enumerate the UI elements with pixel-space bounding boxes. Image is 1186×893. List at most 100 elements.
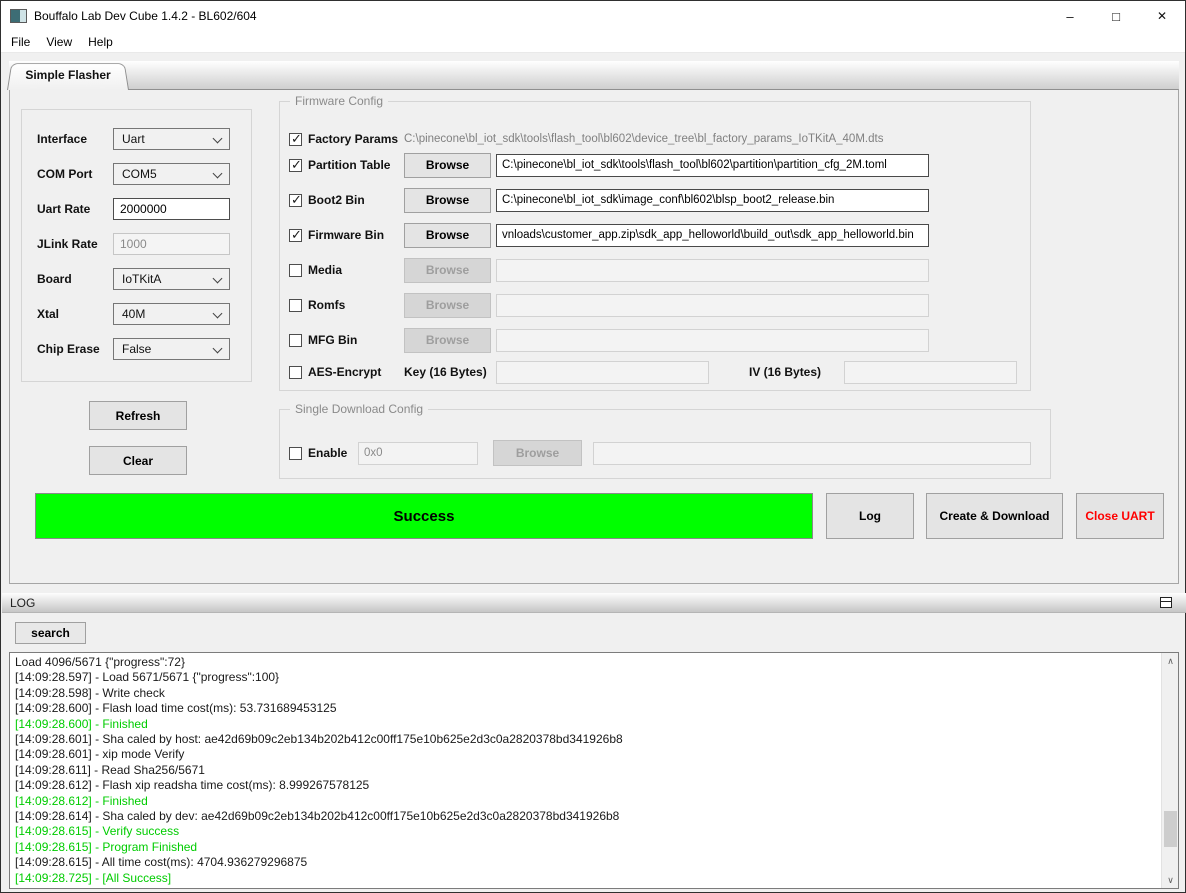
log-line: [14:09:28.615] - Verify success (15, 824, 1155, 839)
partition-table-browse-button[interactable]: Browse (404, 153, 491, 178)
app-icon (10, 9, 27, 23)
interface-label: Interface (37, 132, 113, 146)
mfg-bin-browse-button: Browse (404, 328, 491, 353)
chevron-down-icon (213, 274, 223, 284)
boot2-bin-browse-button[interactable]: Browse (404, 188, 491, 213)
log-line: [14:09:28.601] - xip mode Verify (15, 747, 1155, 762)
factory-params-path: C:\pinecone\bl_iot_sdk\tools\flash_tool\… (404, 133, 883, 145)
single-download-enable-label: Enable (308, 446, 354, 460)
chip-erase-select[interactable]: False (113, 338, 230, 360)
log-line: [14:09:28.725] - [All Success] (15, 871, 1155, 886)
factory-params-label: Factory Params (308, 132, 400, 146)
log-line: [14:09:28.597] - Load 5671/5671 {"progre… (15, 670, 1155, 685)
status-bar: Success (35, 493, 813, 539)
mfg-bin-path-input (496, 329, 929, 352)
chip-erase-label: Chip Erase (37, 342, 113, 356)
refresh-button[interactable]: Refresh (89, 401, 187, 430)
scroll-down-icon[interactable]: ∨ (1162, 872, 1179, 888)
partition-table-path-input[interactable] (496, 154, 929, 177)
log-panel-title: LOG (10, 596, 35, 610)
romfs-path-input (496, 294, 929, 317)
firmware-bin-browse-button[interactable]: Browse (404, 223, 491, 248)
log-button[interactable]: Log (826, 493, 914, 539)
menu-bar: File View Help (1, 31, 1185, 53)
firmware-bin-path-input[interactable] (496, 224, 929, 247)
uart-rate-input[interactable] (113, 198, 230, 220)
media-browse-button: Browse (404, 258, 491, 283)
create-download-button[interactable]: Create & Download (926, 493, 1063, 539)
log-scrollbar[interactable]: ∧ ∨ (1161, 653, 1178, 888)
jlink-rate-input (113, 233, 230, 255)
com-port-label: COM Port (37, 167, 113, 181)
boot2-bin-path-input[interactable] (496, 189, 929, 212)
board-select[interactable]: IoTKitA (113, 268, 230, 290)
xtal-label: Xtal (37, 307, 113, 321)
aes-key-input (496, 361, 709, 384)
close-icon[interactable]: ✕ (1139, 1, 1185, 31)
chip-erase-value: False (122, 342, 151, 356)
board-label: Board (37, 272, 113, 286)
scroll-thumb[interactable] (1164, 811, 1177, 847)
factory-params-checkbox[interactable] (289, 133, 302, 146)
firmware-bin-checkbox[interactable] (289, 229, 302, 242)
com-port-value: COM5 (122, 167, 157, 181)
log-line: [14:09:28.601] - Sha caled by host: ae42… (15, 732, 1155, 747)
board-value: IoTKitA (122, 272, 161, 286)
tab-strip (9, 61, 1179, 89)
media-label: Media (308, 263, 400, 277)
log-line: Load 4096/5671 {"progress":72} (15, 655, 1155, 670)
aes-key-label: Key (16 Bytes) (404, 365, 487, 379)
close-uart-button[interactable]: Close UART (1076, 493, 1164, 539)
log-line: [14:09:28.615] - All time cost(ms): 4704… (15, 855, 1155, 870)
log-line: [14:09:28.612] - Flash xip readsha time … (15, 778, 1155, 793)
aes-encrypt-checkbox[interactable] (289, 366, 302, 379)
tab-simple-flasher[interactable]: Simple Flasher (7, 61, 129, 90)
chevron-down-icon (213, 134, 223, 144)
menu-help[interactable]: Help (80, 31, 121, 53)
log-line: [14:09:28.611] - Read Sha256/5671 (15, 763, 1155, 778)
firmware-bin-label: Firmware Bin (308, 228, 400, 242)
chevron-down-icon (213, 309, 223, 319)
media-checkbox[interactable] (289, 264, 302, 277)
menu-file[interactable]: File (3, 31, 38, 53)
aes-iv-label: IV (16 Bytes) (749, 365, 821, 379)
float-panel-icon[interactable] (1160, 597, 1172, 608)
xtal-select[interactable]: 40M (113, 303, 230, 325)
app-window: Bouffalo Lab Dev Cube 1.4.2 - BL602/604 … (0, 0, 1186, 893)
romfs-checkbox[interactable] (289, 299, 302, 312)
log-line: [14:09:28.615] - Program Finished (15, 840, 1155, 855)
interface-value: Uart (122, 132, 145, 146)
minimize-icon[interactable]: – (1047, 1, 1093, 31)
single-download-path-input (593, 442, 1031, 465)
title-bar: Bouffalo Lab Dev Cube 1.4.2 - BL602/604 … (1, 1, 1185, 31)
boot2-bin-label: Boot2 Bin (308, 193, 400, 207)
log-panel-header: LOG (2, 593, 1186, 613)
log-line: [14:09:28.612] - Finished (15, 794, 1155, 809)
interface-select[interactable]: Uart (113, 128, 230, 150)
mfg-bin-label: MFG Bin (308, 333, 400, 347)
partition-table-label: Partition Table (308, 158, 400, 172)
log-line: [14:09:28.598] - Write check (15, 686, 1155, 701)
chevron-down-icon (213, 169, 223, 179)
partition-table-checkbox[interactable] (289, 159, 302, 172)
window-controls: – □ ✕ (1047, 1, 1185, 31)
single-download-address-input (358, 442, 478, 465)
single-download-browse-button: Browse (493, 440, 582, 466)
clear-button[interactable]: Clear (89, 446, 187, 475)
media-path-input (496, 259, 929, 282)
mfg-bin-checkbox[interactable] (289, 334, 302, 347)
maximize-icon[interactable]: □ (1093, 1, 1139, 31)
scroll-up-icon[interactable]: ∧ (1162, 653, 1179, 669)
log-line: [14:09:28.600] - Flash load time cost(ms… (15, 701, 1155, 716)
log-line: [14:09:28.600] - Finished (15, 717, 1155, 732)
tab-label: Simple Flasher (7, 61, 129, 89)
window-title: Bouffalo Lab Dev Cube 1.4.2 - BL602/604 (34, 1, 257, 31)
romfs-browse-button: Browse (404, 293, 491, 318)
boot2-bin-checkbox[interactable] (289, 194, 302, 207)
log-output: Load 4096/5671 {"progress":72} [14:09:28… (9, 652, 1179, 889)
menu-view[interactable]: View (38, 31, 80, 53)
log-lines: Load 4096/5671 {"progress":72} [14:09:28… (10, 653, 1160, 888)
single-download-enable-checkbox[interactable] (289, 447, 302, 460)
com-port-select[interactable]: COM5 (113, 163, 230, 185)
search-button[interactable]: search (15, 622, 86, 644)
